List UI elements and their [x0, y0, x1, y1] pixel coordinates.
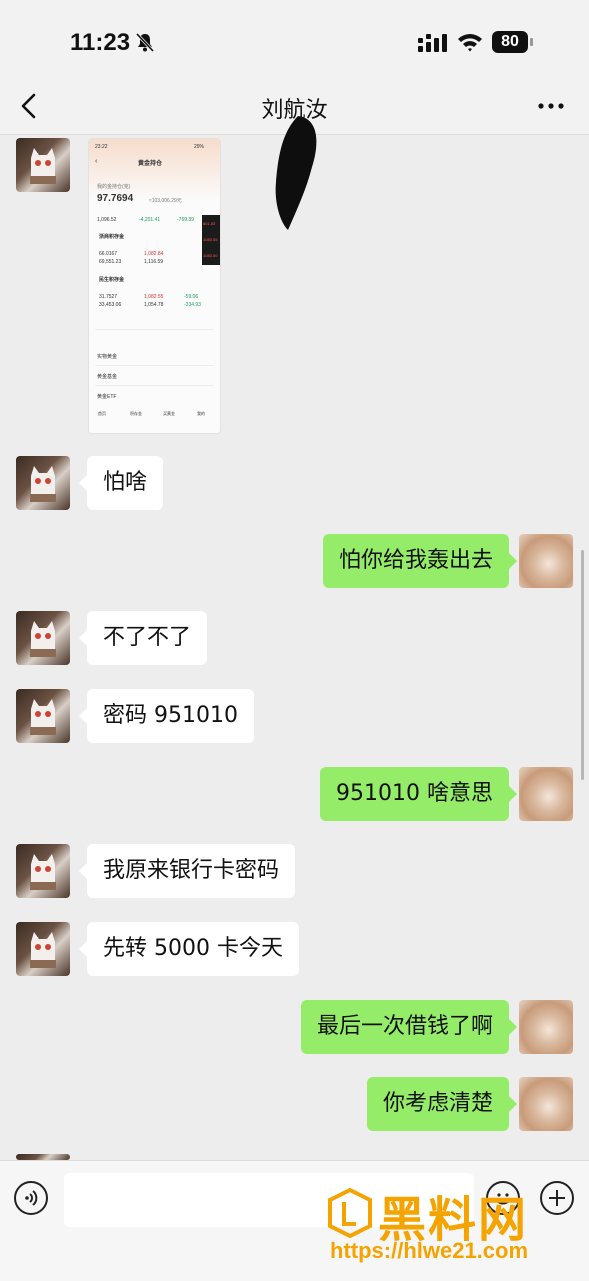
contact-avatar[interactable]: [16, 456, 70, 510]
voice-input-button[interactable]: [14, 1181, 48, 1215]
shot-holding-label: 我的金持仓(克): [97, 184, 131, 190]
battery-cap: [530, 38, 533, 46]
status-bar: 11:23 80: [0, 0, 589, 80]
signal-icon: [418, 34, 447, 52]
shot-price-panel: 801.53 1083.55 1083.50: [202, 215, 220, 265]
shot-bank1-row1: 66.0167: [99, 251, 118, 257]
shot-list-item-1: 实物黄金: [97, 354, 118, 360]
message-bubble-incoming[interactable]: 密码 951010: [79, 689, 254, 743]
cat-avatar-icon: [30, 466, 56, 502]
shot-divider: [95, 365, 214, 366]
watermark-logo-icon: [328, 1188, 372, 1238]
shot-price-2: 1083.55: [203, 237, 218, 242]
my-avatar[interactable]: [519, 534, 573, 588]
status-time: 11:23: [70, 29, 131, 56]
contact-avatar[interactable]: [16, 689, 70, 743]
my-avatar[interactable]: [519, 1000, 573, 1054]
chat-scrollbar[interactable]: [581, 550, 584, 780]
shot-tab-4: 我的: [197, 411, 205, 416]
shot-title: 黄金持仓: [138, 161, 163, 167]
wifi-icon: [458, 34, 482, 52]
shared-screenshot-image[interactable]: 23:22 29% ‹ 黄金持仓 我的金持仓(克) 97.7694 ≈103,0…: [88, 138, 221, 434]
shot-time: 23:22: [95, 144, 108, 150]
shot-price-1: 801.53: [203, 221, 216, 226]
shot-price-3: 1083.50: [203, 253, 218, 258]
shot-battery: 29%: [194, 144, 205, 150]
message-bubble-outgoing[interactable]: 你考虑清楚: [366, 1077, 518, 1131]
cat-avatar-icon: [30, 854, 56, 890]
cat-avatar-icon: [30, 699, 56, 735]
shot-stat3: -769.39: [177, 217, 194, 223]
shot-bank2-row2b: 1,054.78: [144, 302, 164, 308]
shot-tab-2: 积存金: [130, 411, 142, 416]
watermark-url: https://hlwe21.com: [330, 1238, 529, 1263]
shot-holding-sub: ≈103,006.29元: [149, 198, 182, 204]
shot-bank2-row1: 31.7527: [99, 294, 118, 300]
shot-tab-1: 首页: [98, 411, 106, 416]
shot-stat2: -4,201.41: [139, 217, 161, 223]
my-avatar[interactable]: [519, 767, 573, 821]
message-bubble-outgoing[interactable]: 951010 啥意思: [320, 767, 517, 821]
cat-avatar-icon: [30, 932, 56, 968]
shot-bank2-row1c: -59.06: [184, 294, 199, 300]
message-bubble-incoming[interactable]: 我原来银行卡密码: [78, 844, 296, 898]
message-bubble-incoming[interactable]: 先转 5000 卡今天: [79, 922, 299, 976]
shot-bank1-row2b: 1,116.59: [144, 259, 164, 265]
shot-back-icon: ‹: [95, 158, 98, 165]
voice-icon: [25, 1190, 38, 1206]
battery-level: 80: [492, 31, 528, 53]
shot-tab-3: 买黄金: [163, 411, 175, 416]
battery-indicator: 80: [492, 31, 534, 53]
redaction-scribble: [275, 116, 317, 230]
cat-avatar-icon: [30, 621, 56, 657]
shot-bank2-row2: 33,453.06: [99, 302, 122, 308]
contact-avatar[interactable]: [16, 138, 70, 192]
message-bubble-outgoing[interactable]: 最后一次借钱了啊: [300, 1000, 518, 1054]
shot-list-item-3: 黄金ETF: [97, 394, 117, 400]
shot-stat1: 1,096.52: [97, 217, 117, 223]
shot-bank2-row1b: 1,082.55: [144, 294, 164, 300]
chat-header: 刘航汝: [0, 80, 589, 230]
shot-bank1-row2: 69,551.23: [99, 259, 122, 265]
watermark: 黑料网 https://hlwe21.com: [328, 1180, 588, 1280]
shot-divider: [95, 329, 214, 330]
message-bubble-incoming[interactable]: 怕啥: [78, 456, 164, 510]
contact-avatar[interactable]: [16, 611, 70, 665]
contact-avatar[interactable]: [16, 844, 70, 898]
contact-avatar[interactable]: [16, 922, 70, 976]
shot-holding-value: 97.7694: [97, 193, 134, 204]
message-bubble-incoming[interactable]: 不了不了: [78, 611, 208, 665]
message-bubble-outgoing[interactable]: 怕你给我轰出去: [322, 534, 518, 588]
shot-divider: [95, 385, 214, 386]
shot-bank2-name: 民生积存金: [99, 277, 125, 283]
shot-list-item-2: 黄金基金: [97, 374, 118, 380]
bell-muted-icon: [136, 32, 154, 52]
my-avatar[interactable]: [519, 1077, 573, 1131]
more-options-icon[interactable]: [536, 96, 566, 116]
cat-avatar-icon: [30, 148, 56, 184]
shot-bank1-row1b: 1,082.84: [144, 251, 164, 257]
shot-bank1-name: 浙商积存金: [99, 234, 125, 240]
shot-bank2-row2c: -334.93: [184, 302, 201, 308]
